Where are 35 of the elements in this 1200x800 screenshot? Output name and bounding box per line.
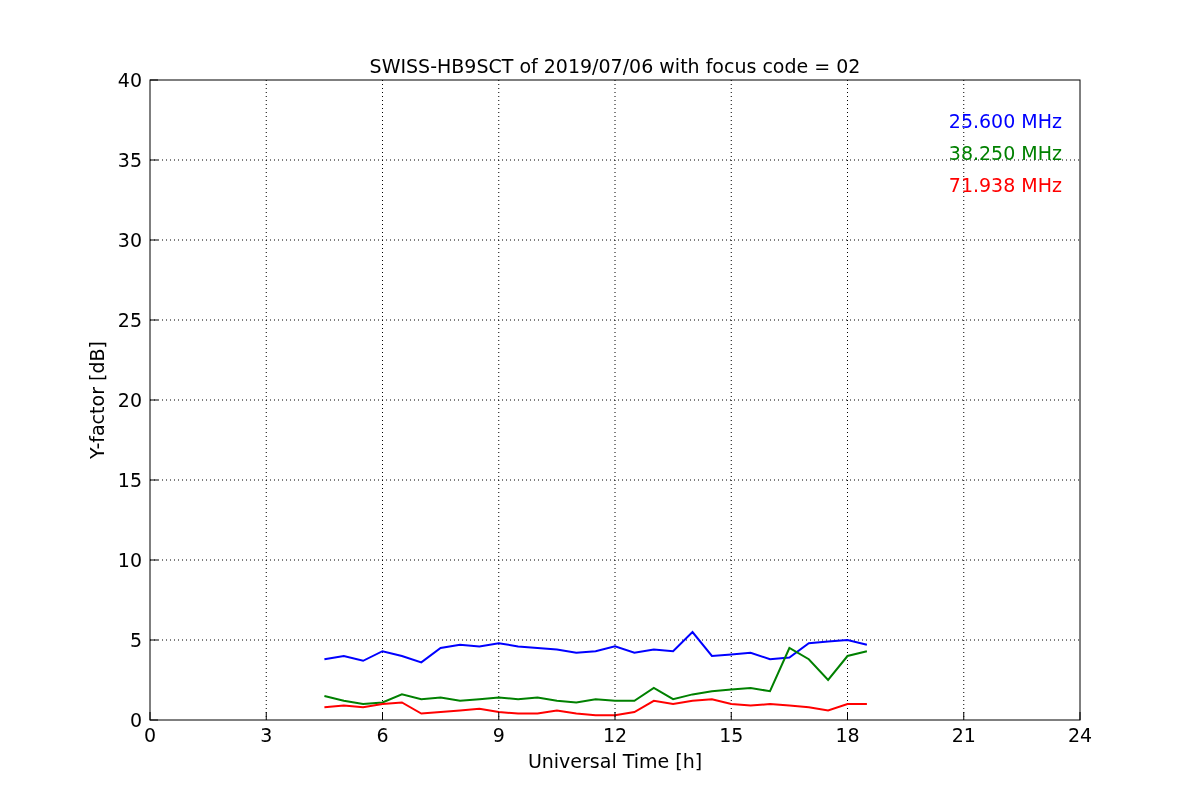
y-tick (149, 79, 159, 81)
y-axis-label: Y-factor [dB] (86, 341, 108, 459)
y-tick (149, 719, 159, 721)
x-tick (382, 711, 383, 721)
y-tick-label: 25 (117, 309, 142, 331)
x-tick (1079, 711, 1081, 721)
x-tick (149, 711, 151, 721)
y-tick-label: 20 (117, 389, 142, 411)
x-tick-label: 21 (951, 724, 976, 746)
y-tick-label: 0 (129, 709, 142, 731)
x-tick (730, 711, 732, 721)
x-tick (498, 711, 500, 721)
x-tick (847, 711, 848, 721)
x-tick-label: 12 (602, 724, 628, 746)
y-tick-label: 30 (117, 229, 142, 251)
x-tick-label: 6 (376, 724, 389, 746)
x-tick (265, 711, 267, 721)
x-tick-label: 24 (1067, 724, 1093, 746)
x-tick-label: 18 (835, 724, 860, 746)
chart-title: SWISS-HB9SCT of 2019/07/06 with focus code = 02 (369, 55, 861, 77)
y-tick-label: 5 (129, 629, 142, 651)
legend-entry: 38.250 MHz (948, 142, 1062, 164)
x-tick-label: 15 (719, 724, 744, 746)
x-tick (963, 711, 965, 721)
x-tick (614, 711, 616, 721)
y-tick-label: 15 (117, 469, 142, 491)
legend-entry: 25.600 MHz (948, 110, 1062, 132)
y-tick-label: 35 (117, 149, 142, 171)
x-tick-label: 0 (143, 724, 157, 746)
y-tick-label: 10 (117, 549, 142, 571)
legend-entry: 71.938 MHz (948, 174, 1062, 196)
x-axis-label: Universal Time [h] (527, 750, 703, 772)
x-tick-label: 3 (260, 724, 273, 746)
y-tick-label: 40 (117, 69, 142, 91)
x-tick-label: 9 (492, 724, 505, 746)
